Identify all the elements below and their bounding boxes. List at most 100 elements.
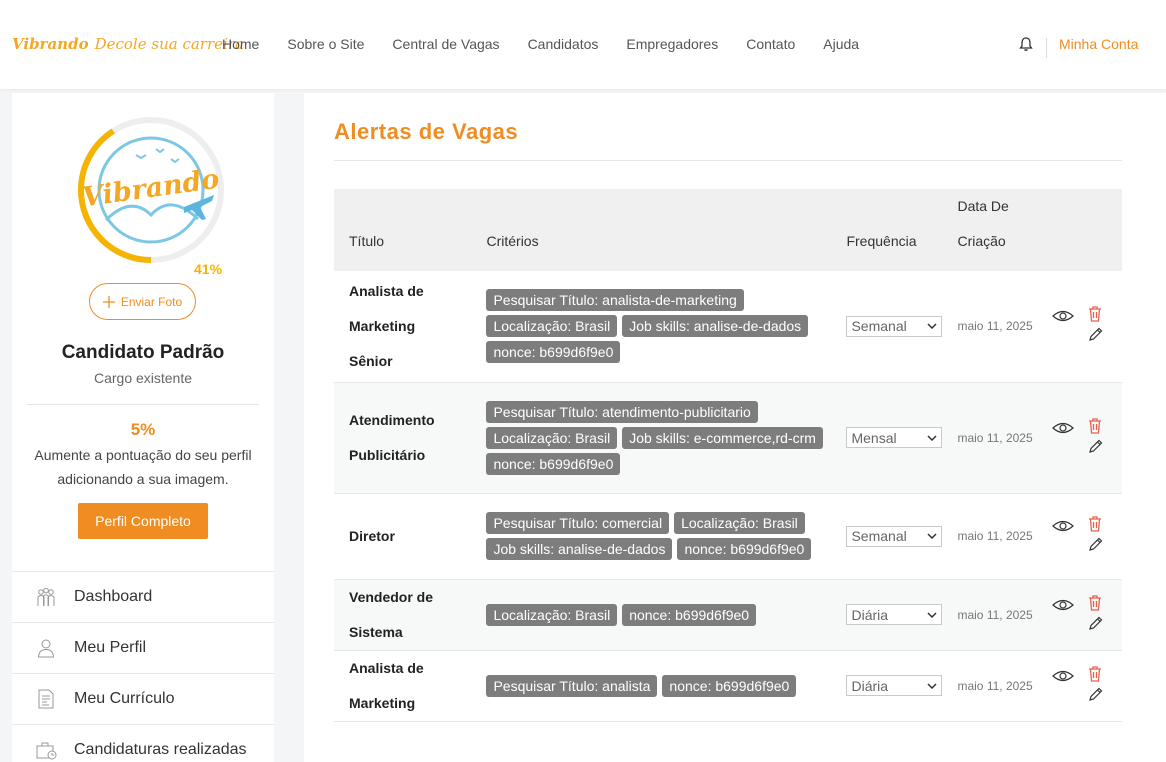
sidebar-item-dashboard[interactable]: Dashboard	[12, 571, 274, 622]
chevron-down-icon	[927, 533, 937, 539]
document-icon	[38, 689, 54, 709]
table-row: Vendedor de Sistema Localização: Brasil …	[334, 579, 1122, 650]
sidebar-item-label: Meu Perfil	[74, 639, 147, 656]
chevron-down-icon	[927, 611, 937, 618]
criteria-badge: Job skills: e-commerce,rd-crm	[622, 426, 823, 449]
alert-criteria: Localização: Brasil nonce: b699d6f9e0	[471, 579, 831, 650]
pencil-icon[interactable]	[1088, 327, 1103, 342]
title-divider	[334, 160, 1122, 161]
frequency-select[interactable]: Diária	[846, 675, 943, 696]
alert-title-line2: Publicitário	[349, 446, 426, 463]
profile-sidebar: Vibrando 41% Enviar Foto Candidato Padrã…	[12, 93, 274, 762]
frequency-value: Mensal	[851, 429, 897, 446]
criteria-badge: Pesquisar Título: atendimento-publicitar…	[486, 400, 758, 423]
profile-score: 5%	[130, 420, 156, 439]
complete-profile-button[interactable]: Perfil Completo	[78, 503, 208, 539]
bell-icon[interactable]	[1018, 36, 1034, 52]
trash-icon[interactable]	[1088, 516, 1102, 532]
frequency-select[interactable]: Semanal	[846, 315, 943, 337]
sidebar-item-label: Candidaturas realizadas	[74, 741, 247, 758]
column-header-criteria: Critérios	[486, 233, 539, 249]
table-header-row: Título Critérios Frequência Data De Cria…	[334, 189, 1122, 271]
sidebar-item-label: Dashboard	[74, 588, 153, 605]
eye-icon[interactable]	[1052, 420, 1074, 436]
row-actions	[1052, 516, 1122, 556]
criteria-badge: nonce: b699d6f9e0	[486, 341, 621, 364]
nav-empregadores[interactable]: Empregadores	[626, 36, 718, 52]
nav-contato[interactable]: Contato	[746, 36, 795, 52]
criteria-badge: Localização: Brasil	[486, 426, 618, 449]
profile-completion-percent: 41%	[194, 261, 223, 277]
nav-home[interactable]: Home	[222, 36, 259, 52]
alert-date: maio 11, 2025	[957, 607, 1033, 622]
column-header-date: Data De Criação	[942, 189, 1037, 271]
pencil-icon[interactable]	[1088, 616, 1103, 631]
alert-date: maio 11, 2025	[957, 678, 1033, 693]
plus-icon	[102, 295, 115, 308]
sidebar-item-meu-perfil[interactable]: Meu Perfil	[12, 622, 274, 673]
nav-ajuda[interactable]: Ajuda	[823, 36, 859, 52]
sidebar-menu: Dashboard Meu Perfil Meu Currículo Candi…	[12, 571, 274, 762]
row-actions	[1052, 594, 1122, 635]
pencil-icon[interactable]	[1088, 687, 1103, 702]
criteria-badge: Job skills: analise-de-dados	[486, 538, 673, 560]
pencil-icon[interactable]	[1088, 439, 1103, 454]
trash-icon[interactable]	[1088, 594, 1102, 611]
row-actions	[1052, 665, 1122, 706]
criteria-badge: Pesquisar Título: comercial	[486, 512, 670, 534]
table-row: Analista de Marketing Sênior Pesquisar Tí…	[334, 271, 1122, 382]
eye-icon[interactable]	[1052, 668, 1074, 684]
nav-sobre[interactable]: Sobre o Site	[287, 36, 364, 52]
alert-title-line1: Analista de Marketing	[349, 282, 424, 334]
criteria-badge: Localização: Brasil	[674, 512, 805, 534]
profile-score-message: Aumente a pontuação do seu perfil adicio…	[34, 447, 252, 487]
frequency-select[interactable]: Diária	[846, 604, 943, 625]
frequency-value: Semanal	[851, 528, 907, 544]
trash-icon[interactable]	[1088, 306, 1102, 322]
column-header-date-line2: Criação	[957, 233, 1006, 249]
criteria-badge: Localização: Brasil	[486, 603, 618, 626]
trash-icon[interactable]	[1088, 417, 1102, 434]
user-icon	[37, 639, 55, 658]
column-header-date-line1: Data De	[957, 198, 1009, 214]
alert-title: Diretor	[334, 493, 471, 579]
criteria-badge: Job skills: analise-de-dados	[622, 315, 809, 338]
column-header-title: Título	[349, 233, 385, 249]
frequency-value: Diária	[851, 677, 889, 694]
frequency-select[interactable]: Semanal	[846, 525, 943, 547]
alert-criteria: Pesquisar Título: atendimento-publicitar…	[471, 382, 831, 493]
alert-title: Analista de Marketing	[334, 650, 471, 721]
eye-icon[interactable]	[1052, 518, 1074, 534]
site-header: Vibrando Decole sua carreira Home Sobre …	[0, 0, 1166, 89]
alert-title-line1: Atendimento	[349, 411, 435, 428]
row-actions	[1052, 417, 1122, 458]
account-link[interactable]: Minha Conta	[1059, 36, 1138, 52]
upload-photo-button[interactable]: Enviar Foto	[89, 283, 196, 320]
frequency-value: Semanal	[851, 318, 907, 335]
nav-central-vagas[interactable]: Central de Vagas	[392, 36, 499, 52]
alert-title-line1: Analista de Marketing	[349, 659, 424, 711]
pencil-icon[interactable]	[1088, 537, 1103, 552]
logo-wordmark: Vibrando	[12, 35, 89, 53]
dashboard-icon	[37, 587, 55, 606]
sidebar-item-meu-curriculo[interactable]: Meu Currículo	[12, 673, 274, 724]
trash-icon[interactable]	[1088, 665, 1102, 682]
criteria-badge: nonce: b699d6f9e0	[662, 674, 797, 697]
criteria-badge: nonce: b699d6f9e0	[677, 538, 812, 560]
nav-candidatos[interactable]: Candidatos	[528, 36, 599, 52]
alert-criteria: Pesquisar Título: analista nonce: b699d6…	[471, 650, 831, 721]
alert-date: maio 11, 2025	[957, 430, 1033, 445]
sidebar-item-label: Meu Currículo	[74, 690, 175, 707]
criteria-badge: Pesquisar Título: analista-de-marketing	[486, 289, 744, 312]
alert-title-line1: Vendedor de Sistema	[349, 588, 434, 640]
frequency-select[interactable]: Mensal	[846, 427, 943, 448]
profile-avatar: Vibrando	[78, 117, 224, 263]
table-row: Atendimento Publicitário Pesquisar Título…	[334, 382, 1122, 493]
eye-icon[interactable]	[1052, 308, 1074, 324]
table-row: Diretor Pesquisar Título: comercial Loca…	[334, 493, 1122, 579]
alert-title: Atendimento Publicitário	[334, 382, 471, 493]
eye-icon[interactable]	[1052, 597, 1074, 613]
sidebar-item-candidaturas[interactable]: Candidaturas realizadas	[12, 724, 274, 762]
site-logo[interactable]: Vibrando Decole sua carreira	[12, 24, 244, 64]
row-actions	[1052, 306, 1122, 346]
